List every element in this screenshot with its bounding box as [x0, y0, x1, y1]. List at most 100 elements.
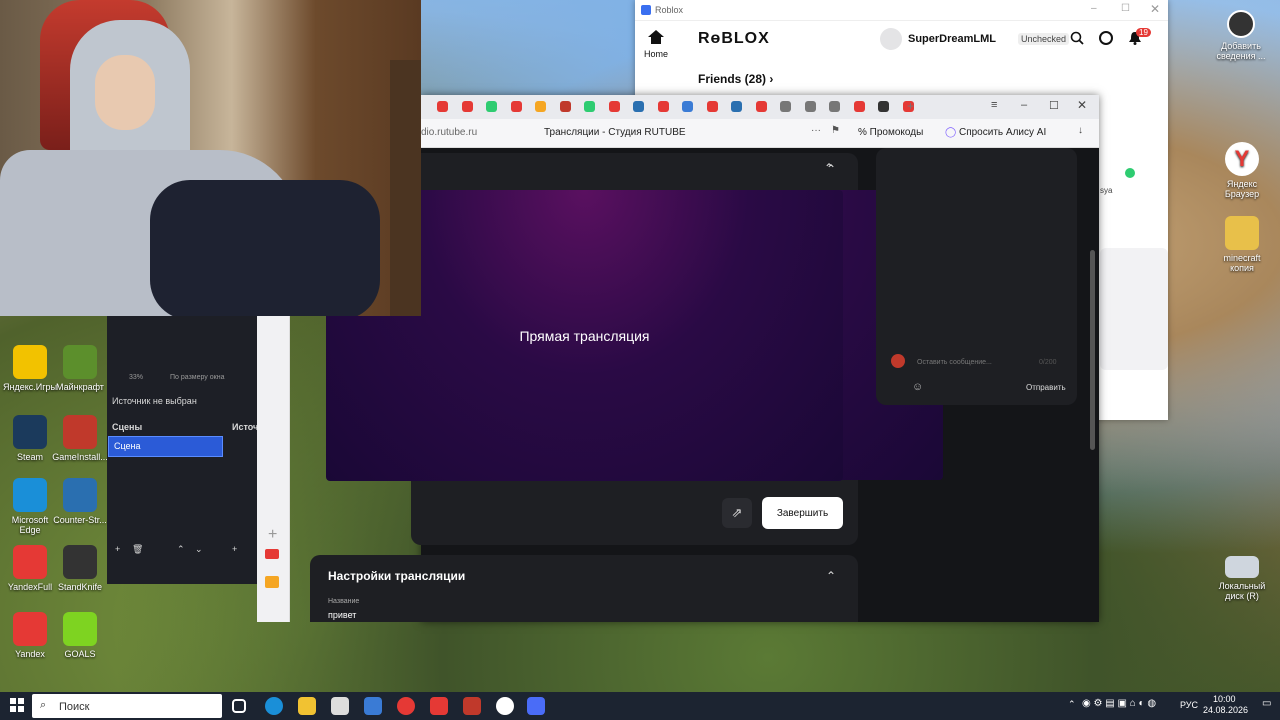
browser-tab[interactable]: [853, 101, 865, 112]
menu-icon[interactable]: ≡: [991, 99, 997, 111]
browser-tab[interactable]: [486, 101, 497, 112]
store-icon[interactable]: [331, 697, 349, 715]
desktop-icon[interactable]: Yandex: [2, 612, 58, 659]
more-icon[interactable]: ···: [811, 125, 821, 136]
desktop-icon[interactable]: StandKnife: [52, 545, 108, 592]
promo-link[interactable]: % Промокоды: [858, 127, 923, 138]
gmail-icon[interactable]: [265, 549, 279, 559]
browser-tab[interactable]: [878, 101, 889, 112]
yandex-browser-icon[interactable]: [397, 697, 415, 715]
scene-item[interactable]: Сцена: [108, 436, 223, 457]
minimize-button[interactable]: –: [1021, 99, 1027, 111]
browser-tab[interactable]: [755, 101, 767, 112]
chat-input[interactable]: Оставить сообщение...: [917, 359, 992, 366]
name-value[interactable]: привет: [328, 610, 356, 620]
browser-tab[interactable]: [633, 101, 644, 112]
obs-icon[interactable]: [496, 697, 514, 715]
clock-time[interactable]: 10:00: [1213, 694, 1236, 704]
new-tab-icon[interactable]: +: [907, 99, 914, 113]
share-icon[interactable]: ⇗: [722, 498, 752, 528]
chevron-down-icon[interactable]: ⌄: [195, 544, 203, 555]
scrollbar[interactable]: [1090, 250, 1095, 450]
tray-icons[interactable]: ◉ ⚙ ▤ ▣ ⌂ ◐ ◍: [1082, 698, 1156, 709]
collapse-icon[interactable]: ⌃: [826, 162, 836, 176]
roblox-icon[interactable]: [527, 697, 545, 715]
desktop-icon[interactable]: GameInstall...: [52, 415, 108, 462]
task-view-icon[interactable]: [232, 699, 246, 713]
desktop-icon[interactable]: Майнкрафт: [52, 345, 108, 392]
game-card[interactable]: [1100, 248, 1168, 370]
minimize-button[interactable]: –: [1091, 3, 1097, 14]
maximize-button[interactable]: ☐: [1121, 3, 1130, 14]
close-button[interactable]: ✕: [1150, 2, 1160, 16]
edge-icon[interactable]: [265, 697, 283, 715]
send-button[interactable]: Отправить: [1026, 383, 1066, 392]
robux-icon[interactable]: [1099, 31, 1113, 45]
browser-tab[interactable]: [535, 101, 546, 112]
download-icon[interactable]: ↓: [1078, 125, 1083, 136]
name-label: Название: [328, 598, 360, 605]
browser-tab[interactable]: [804, 101, 816, 112]
zoom-level[interactable]: 33%: [129, 374, 143, 381]
desktop-icon[interactable]: Яндекс.Игры: [2, 345, 58, 392]
desktop-icon-yandex-browser[interactable]: Y Яндекс Браузер: [1214, 142, 1270, 199]
chevron-up-icon[interactable]: ⌃: [177, 544, 185, 555]
end-stream-button[interactable]: Завершить: [762, 497, 843, 529]
browser-tab[interactable]: [657, 101, 669, 112]
friends-heading[interactable]: Friends (28) ›: [698, 72, 773, 86]
home-icon[interactable]: [648, 30, 664, 44]
browser-tab[interactable]: [682, 101, 693, 112]
desktop-icon[interactable]: Steam: [2, 415, 58, 462]
desktop-icon-add-info[interactable]: Добавить сведения ...: [1212, 10, 1270, 61]
clock-date[interactable]: 24.08.2026: [1203, 705, 1248, 715]
maximize-button[interactable]: ☐: [1049, 99, 1059, 112]
taskbar-search[interactable]: ⌕ Поиск: [32, 694, 222, 718]
language-indicator[interactable]: РУС: [1180, 700, 1198, 710]
search-icon[interactable]: [1070, 31, 1084, 45]
desktop-icon[interactable]: YandexFull: [2, 545, 58, 592]
collapse-icon[interactable]: ⌃: [826, 569, 836, 583]
avatar[interactable]: [880, 28, 902, 50]
add-icon[interactable]: +: [268, 526, 277, 544]
desktop-icon-minecraft[interactable]: minecraft копия: [1214, 216, 1270, 273]
tray-chevron-icon[interactable]: ⌃: [1068, 699, 1076, 710]
chat-counter: 0/200: [1039, 359, 1057, 366]
scene-item-label: Сцена: [114, 441, 141, 451]
desktop-icon[interactable]: Counter-Str...: [52, 478, 108, 525]
yandex-icon[interactable]: [430, 697, 448, 715]
desktop-icon[interactable]: GOALS: [52, 612, 108, 659]
desktop-icon[interactable]: Microsoft Edge: [2, 478, 58, 535]
alice-link[interactable]: ◯ Спросить Алису AI: [945, 127, 1046, 138]
close-button[interactable]: ✕: [1077, 98, 1087, 112]
desktop-icon-local-disk[interactable]: Локальный диск (R): [1214, 548, 1270, 601]
browser-tab[interactable]: [706, 101, 718, 112]
home-label[interactable]: Home: [644, 49, 668, 59]
explorer-icon[interactable]: [298, 697, 316, 715]
browser-tab[interactable]: [559, 101, 571, 112]
browser-tab[interactable]: [780, 101, 791, 112]
windows-start-icon[interactable]: [10, 698, 24, 712]
emoji-icon[interactable]: ☺: [912, 381, 923, 393]
url-text[interactable]: dio.rutube.ru: [421, 127, 477, 138]
add-source-icon[interactable]: +: [232, 544, 237, 554]
browser-tab[interactable]: [829, 101, 840, 112]
browser-tab[interactable]: [608, 101, 620, 112]
mail-icon[interactable]: [265, 576, 279, 588]
friend-name-partial[interactable]: sya: [1100, 186, 1112, 195]
tab-strip: + ≡ – ☐ ✕: [421, 95, 1099, 119]
username[interactable]: SuperDreamLML: [908, 33, 996, 45]
browser-tab[interactable]: [461, 101, 473, 112]
app-icon[interactable]: [364, 697, 382, 715]
gmail-icon[interactable]: [463, 697, 481, 715]
browser-tab[interactable]: [510, 101, 522, 112]
roblox-logo[interactable]: RɵBLOX: [698, 30, 770, 48]
browser-tab[interactable]: [437, 101, 448, 112]
bookmark-icon[interactable]: ⚑: [831, 125, 840, 136]
fit-label[interactable]: По размеру окна: [170, 374, 224, 381]
obs-panel: 33% По размеру окна Источник не выбран С…: [107, 316, 258, 584]
trash-icon[interactable]: 🗑: [132, 544, 143, 555]
browser-tab[interactable]: [584, 101, 595, 112]
notifications-icon[interactable]: ▭: [1262, 698, 1271, 709]
add-scene-icon[interactable]: +: [115, 544, 120, 554]
browser-tab[interactable]: [731, 101, 742, 112]
